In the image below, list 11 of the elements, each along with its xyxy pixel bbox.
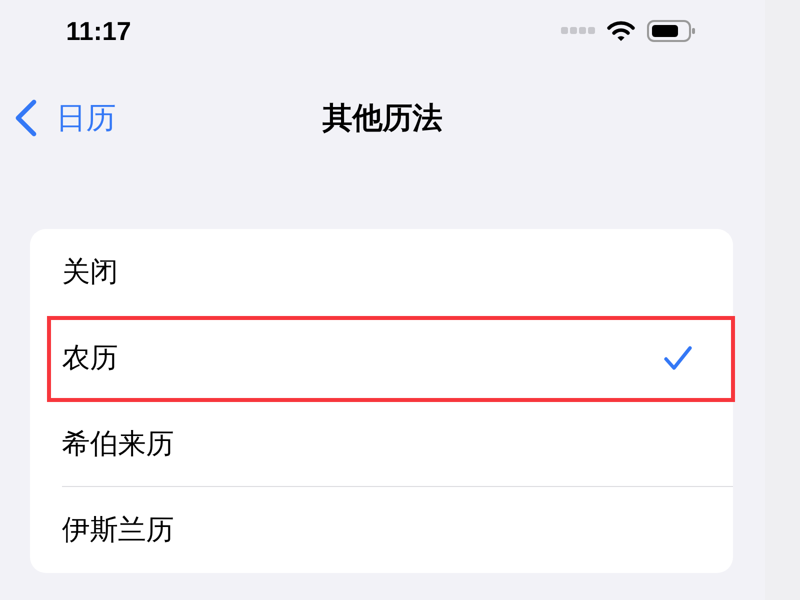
status-time: 11:17	[66, 16, 132, 46]
chevron-left-icon	[14, 99, 38, 137]
option-label[interactable]: 伊斯兰历	[62, 511, 174, 549]
page-title: 其他历法	[322, 100, 442, 138]
back-button[interactable]: 日历	[14, 98, 116, 138]
signal-icon	[561, 27, 595, 35]
option-label[interactable]: 希伯来历	[62, 425, 174, 463]
wifi-icon	[607, 20, 635, 42]
option-label[interactable]: 关闭	[62, 253, 118, 291]
option-label[interactable]: 农历	[62, 339, 118, 377]
battery-icon	[647, 19, 695, 43]
